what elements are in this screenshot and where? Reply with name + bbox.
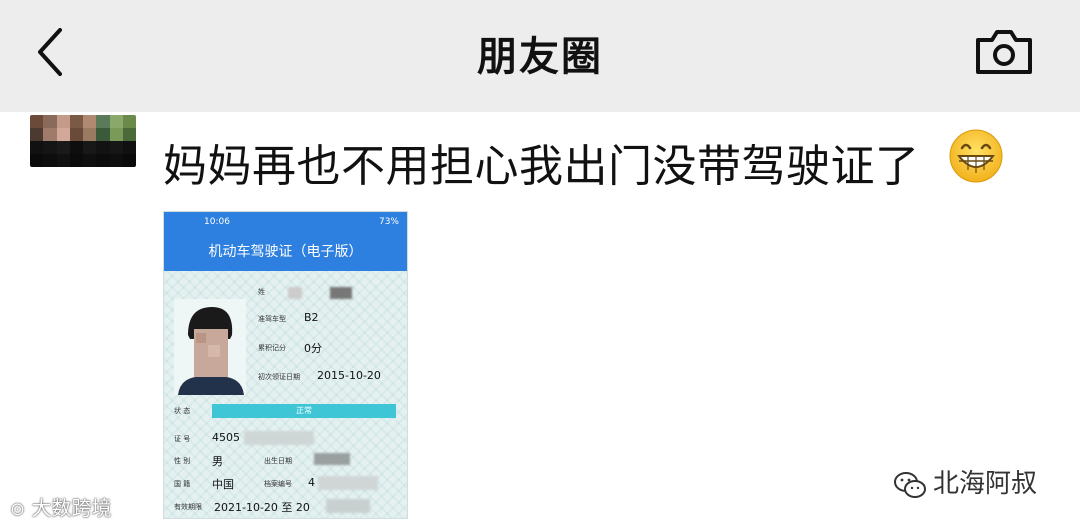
first-issue-value: 2015-10-20: [317, 369, 381, 382]
vehicle-class-label: 准驾车型: [258, 315, 286, 323]
vehicle-class-value: B2: [304, 311, 319, 324]
status-badge: 正常: [212, 404, 396, 418]
points-value: 0分: [304, 342, 322, 355]
license-image[interactable]: 10:06 73% 机动车驾驶证（电子版） 姓 准驾车型 B2 累积记分 0分 …: [163, 211, 408, 519]
status-time: 10:06: [204, 217, 230, 227]
id-label: 证 号: [174, 435, 191, 443]
gender-label: 性 别: [174, 457, 191, 465]
valid-period-value: 2021-10-20 至 20: [214, 501, 310, 514]
avatar[interactable]: [30, 115, 136, 167]
file-number-value: 4: [308, 476, 315, 489]
license-body: 姓 准驾车型 B2 累积记分 0分 初次领证日期 2015-10-20 状 态 …: [164, 271, 407, 518]
battery-percent: 73%: [378, 217, 399, 227]
license-status-bar: 10:06 73%: [164, 212, 407, 234]
wechat-icon: [894, 471, 926, 498]
top-navigation-bar: 朋友圈: [0, 0, 1080, 112]
gender-value: 男: [212, 455, 223, 468]
first-issue-label: 初次领证日期: [258, 373, 300, 381]
nation-value: 中国: [212, 478, 234, 491]
status-label: 状 态: [174, 407, 191, 415]
points-label: 累积记分: [258, 344, 286, 352]
license-header: 机动车驾驶证（电子版）: [164, 234, 407, 271]
birth-label: 出生日期: [264, 457, 292, 465]
watermark-left: ⊙ 大数跨境: [10, 496, 112, 520]
watermark-right: 北海阿叔: [893, 463, 1037, 500]
valid-period-label: 有效期限: [174, 503, 202, 511]
camera-icon[interactable]: [972, 26, 1036, 78]
nation-label: 国 籍: [174, 480, 191, 488]
post-text: 妈妈再也不用担心我出门没带驾驶证了: [163, 141, 920, 192]
file-number-label: 档案编号: [264, 480, 292, 488]
id-value: 4505: [212, 431, 240, 444]
name-label: 姓: [258, 288, 265, 296]
grinning-face-icon: [949, 129, 1003, 183]
page-title: 朋友圈: [477, 34, 603, 80]
id-photo: [174, 299, 246, 395]
